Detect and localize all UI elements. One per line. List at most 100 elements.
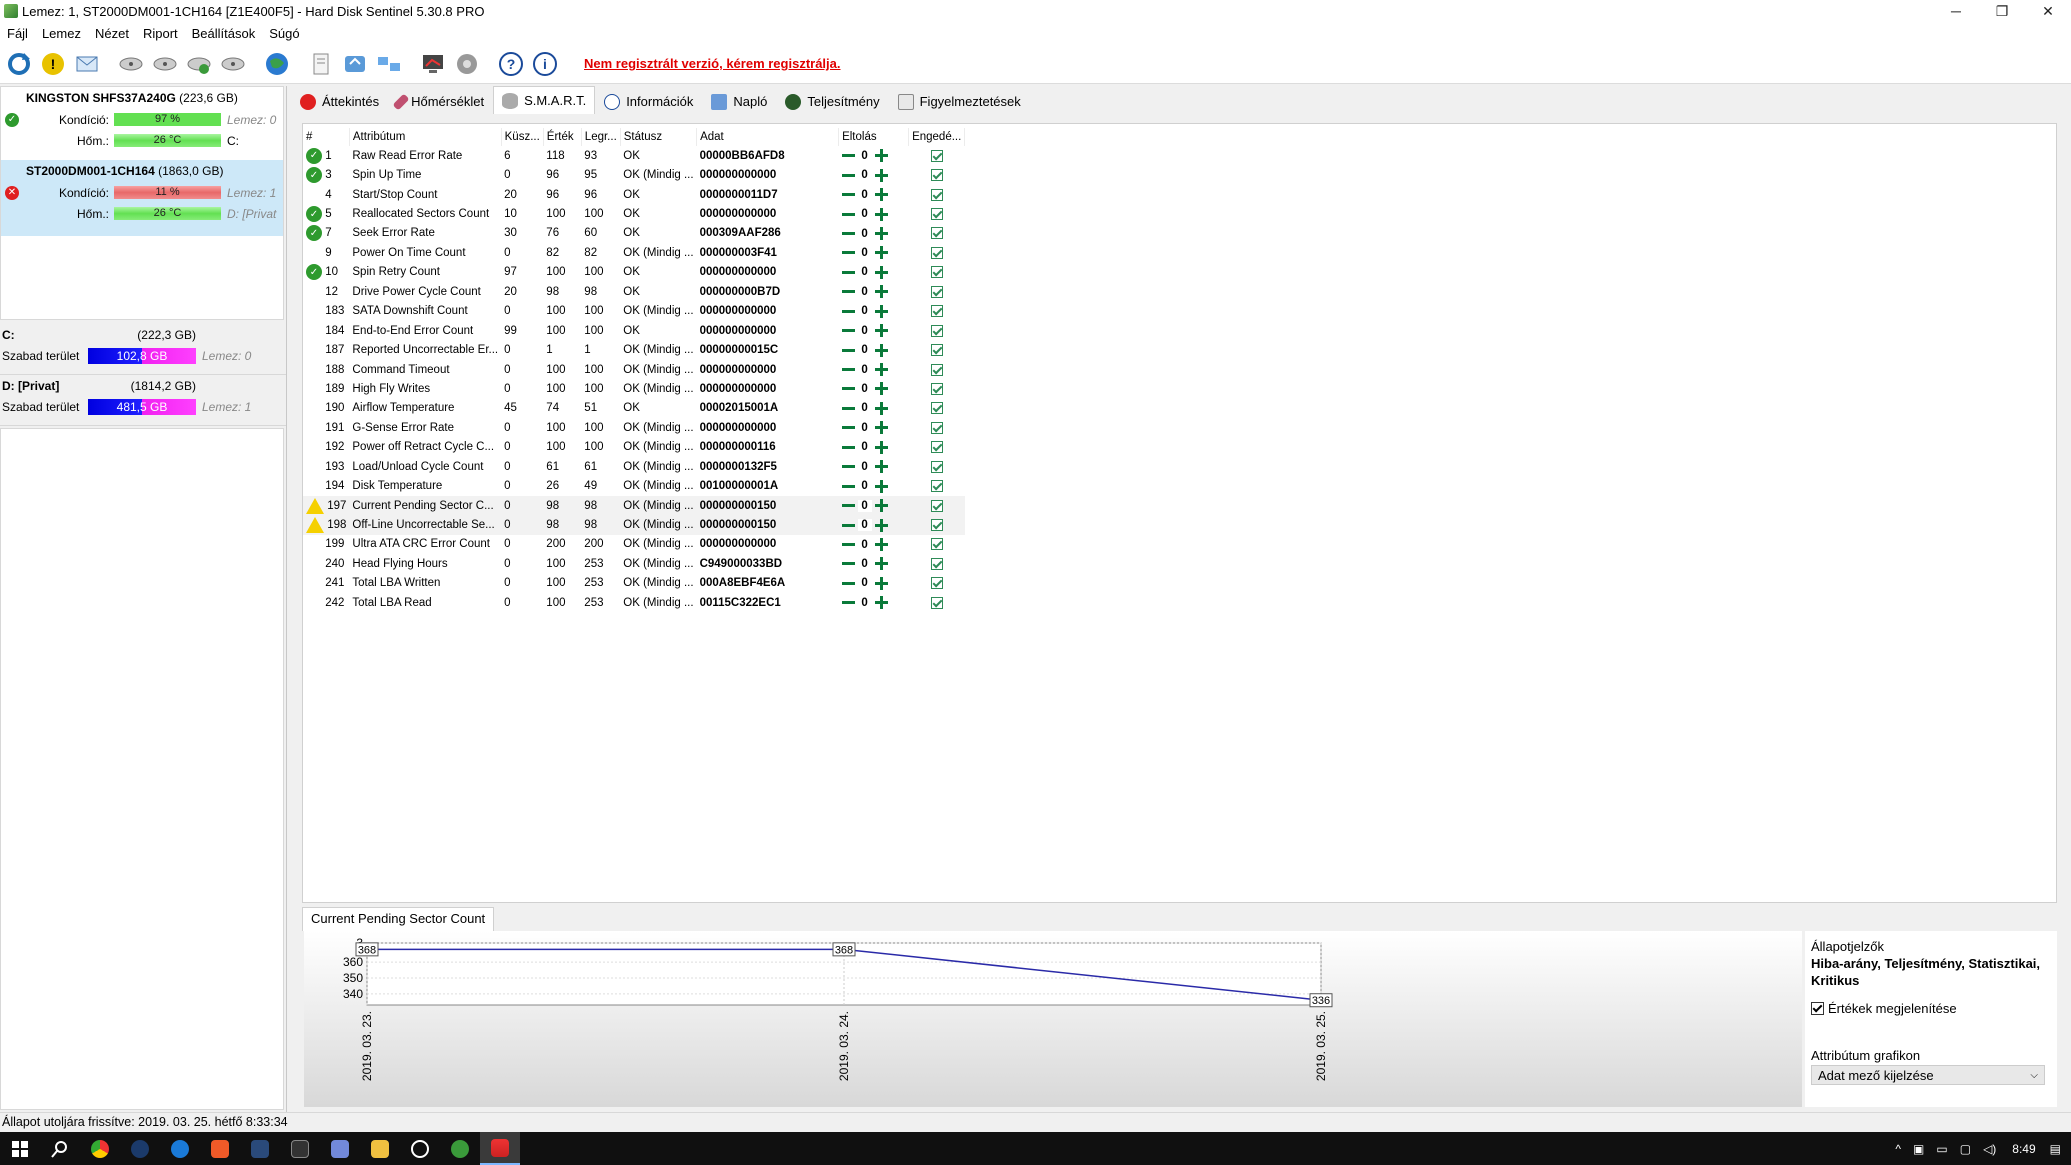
plus-icon[interactable]	[874, 285, 888, 299]
plus-icon[interactable]	[874, 226, 888, 240]
smart-row[interactable]: 9 Power On Time Count 0 82 82 OK (Mindig ... 0…	[303, 243, 965, 262]
plus-icon[interactable]	[874, 479, 888, 493]
minus-icon[interactable]	[841, 251, 855, 255]
network-tray-icon[interactable]: ▭	[1936, 1142, 1947, 1156]
disk-item-kingston[interactable]: KINGSTON SHFS37A240G (223,6 GB) ✓ Kondíc…	[1, 87, 283, 160]
enabled-checkbox[interactable]	[930, 227, 943, 240]
attr-graph-dropdown[interactable]: Adat mező kijelzése ⌵	[1811, 1065, 2045, 1085]
globe-icon[interactable]	[262, 49, 292, 79]
folder-icon[interactable]	[360, 1132, 400, 1165]
settings-icon[interactable]	[452, 49, 482, 79]
tab-alerts[interactable]: Figyelmeztetések	[889, 88, 1030, 114]
enabled-checkbox[interactable]	[930, 344, 943, 357]
enabled-checkbox[interactable]	[930, 421, 943, 434]
hard-disk-sentinel-task-icon[interactable]	[480, 1132, 520, 1165]
monitor-tray-icon[interactable]: ▢	[1960, 1142, 1971, 1156]
enabled-checkbox[interactable]	[930, 441, 943, 454]
minus-icon[interactable]	[841, 445, 855, 449]
smart-row[interactable]: 241 Total LBA Written 0 100 253 OK (Mindig ..…	[303, 574, 965, 593]
col-data[interactable]: Adat	[696, 128, 840, 146]
smart-row[interactable]: 188 Command Timeout 0 100 100 OK (Mindig ... 0…	[303, 360, 965, 379]
plus-icon[interactable]	[874, 168, 888, 182]
smart-row[interactable]: 198 Off-Line Uncorrectable Se... 0 98 98 OK (…	[303, 515, 965, 535]
tab-overview[interactable]: Áttekintés	[291, 88, 388, 114]
browser-icon[interactable]	[160, 1132, 200, 1165]
col-offset[interactable]: Eltolás	[838, 128, 910, 146]
enabled-checkbox[interactable]	[930, 285, 943, 298]
plus-icon[interactable]	[874, 557, 888, 571]
shield-icon[interactable]	[440, 1132, 480, 1165]
help-icon[interactable]: ?	[496, 49, 526, 79]
terminal-icon[interactable]	[280, 1132, 320, 1165]
minimize-button[interactable]: ─	[1933, 0, 1979, 22]
enabled-checkbox[interactable]	[930, 519, 943, 532]
plus-icon[interactable]	[874, 596, 888, 610]
minus-icon[interactable]	[841, 542, 855, 546]
plus-icon[interactable]	[874, 576, 888, 590]
plus-icon[interactable]	[874, 401, 888, 415]
col-enabled[interactable]: Engedé...	[908, 128, 966, 146]
email-icon[interactable]	[72, 49, 102, 79]
plus-icon[interactable]	[874, 207, 888, 221]
menu-view[interactable]: Nézet	[88, 26, 136, 41]
plus-icon[interactable]	[874, 499, 888, 513]
col-status[interactable]: Státusz	[620, 128, 698, 146]
media-icon[interactable]	[400, 1132, 440, 1165]
volume-c[interactable]: C: (222,3 GB) Szabad terület 102,8 GB Lem…	[0, 324, 286, 375]
graph-tab[interactable]: Current Pending Sector Count	[302, 907, 495, 931]
plus-icon[interactable]	[874, 265, 888, 279]
menu-file[interactable]: Fájl	[0, 26, 35, 41]
app-icon[interactable]	[240, 1132, 280, 1165]
enabled-checkbox[interactable]	[930, 499, 943, 512]
steam-icon[interactable]	[120, 1132, 160, 1165]
enabled-checkbox[interactable]	[930, 188, 943, 201]
plus-icon[interactable]	[874, 382, 888, 396]
smart-row[interactable]: 4 Start/Stop Count 20 96 96 OK 0000000011D7 0	[303, 185, 965, 204]
chevron-up-icon[interactable]: ^	[1895, 1142, 1901, 1156]
close-button[interactable]: ✕	[2025, 0, 2071, 22]
smart-row[interactable]: ✓ 5 Reallocated Sectors Count 10 100 100 OK 00…	[303, 204, 965, 223]
tab-performance[interactable]: Teljesítmény	[776, 88, 888, 114]
minus-icon[interactable]	[841, 406, 855, 410]
enabled-checkbox[interactable]	[930, 266, 943, 279]
minus-icon[interactable]	[841, 387, 855, 391]
plus-icon[interactable]	[874, 518, 888, 532]
volume-icon[interactable]: ◁)	[1983, 1142, 1996, 1156]
disk-item-seagate[interactable]: ST2000DM001-1CH164 (1863,0 GB) ✕ Kondíci…	[1, 160, 283, 236]
plus-icon[interactable]	[874, 460, 888, 474]
col-worst[interactable]: Legr...	[581, 128, 621, 146]
col-attribute[interactable]: Attribútum	[349, 128, 502, 146]
notification-icon[interactable]: ▤	[2050, 1142, 2061, 1156]
enabled-checkbox[interactable]	[930, 402, 943, 415]
enabled-checkbox[interactable]	[930, 480, 943, 493]
smart-row[interactable]: 190 Airflow Temperature 45 74 51 OK 0000201500…	[303, 399, 965, 418]
tab-temperature[interactable]: Hőmérséklet	[388, 88, 493, 114]
minus-icon[interactable]	[841, 484, 855, 488]
register-link[interactable]: Nem regisztrált verzió, kérem regisztrál…	[584, 56, 841, 71]
enabled-checkbox[interactable]	[930, 324, 943, 337]
minus-icon[interactable]	[841, 601, 855, 605]
plus-icon[interactable]	[874, 149, 888, 163]
enabled-checkbox[interactable]	[930, 577, 943, 590]
tab-info[interactable]: Információk	[595, 88, 702, 114]
smart-row[interactable]: 191 G-Sense Error Rate 0 100 100 OK (Mindig .…	[303, 418, 965, 437]
menu-report[interactable]: Riport	[136, 26, 185, 41]
brave-icon[interactable]	[200, 1132, 240, 1165]
smart-row[interactable]: 194 Disk Temperature 0 26 49 OK (Mindig ... 00…	[303, 476, 965, 495]
report-icon[interactable]	[306, 49, 336, 79]
plus-icon[interactable]	[874, 537, 888, 551]
minus-icon[interactable]	[841, 523, 855, 527]
minus-icon[interactable]	[841, 173, 855, 177]
disk-test3-icon[interactable]	[184, 49, 214, 79]
smart-row[interactable]: 242 Total LBA Read 0 100 253 OK (Mindig ... 00…	[303, 593, 965, 612]
smart-row[interactable]: 240 Head Flying Hours 0 100 253 OK (Mindig ..…	[303, 554, 965, 573]
windows-start-icon[interactable]	[0, 1132, 40, 1165]
enabled-checkbox[interactable]	[930, 460, 943, 473]
plus-icon[interactable]	[874, 363, 888, 377]
smart-row[interactable]: 193 Load/Unload Cycle Count 0 61 61 OK (Mindi…	[303, 457, 965, 476]
menu-help[interactable]: Súgó	[262, 26, 306, 41]
enabled-checkbox[interactable]	[930, 596, 943, 609]
smart-row[interactable]: ✓ 10 Spin Retry Count 97 100 100 OK 0000000000…	[303, 263, 965, 282]
plus-icon[interactable]	[874, 343, 888, 357]
smart-row[interactable]: ✓ 3 Spin Up Time 0 96 95 OK (Mindig ... 000000…	[303, 165, 965, 184]
